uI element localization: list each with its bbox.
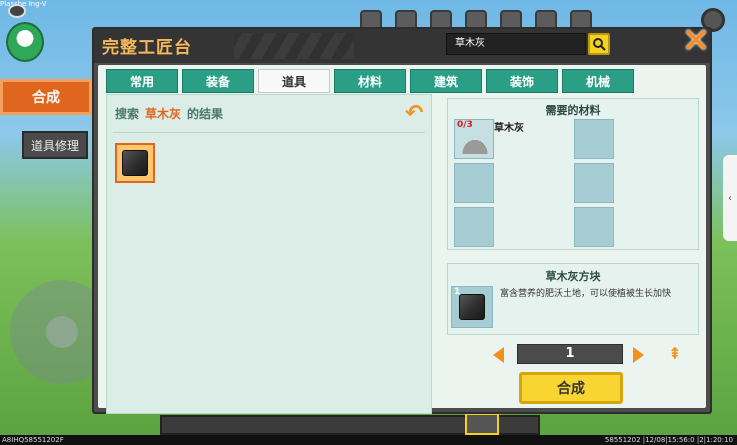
hotbar-selected-slot[interactable] xyxy=(465,413,499,435)
result-title: 草木灰方块 xyxy=(545,270,601,283)
chevron-left-icon[interactable]: ‹ xyxy=(723,155,737,241)
increase-arrow-icon[interactable] xyxy=(633,347,644,363)
header-stripe xyxy=(234,33,354,59)
ash-block-icon xyxy=(122,150,148,176)
tab-synth[interactable]: 合成 xyxy=(0,79,92,115)
search-result-label: 搜索 草木灰 的结果 xyxy=(115,105,223,122)
result-description: 富含营养的肥沃土地，可以使植被生长加快 xyxy=(500,289,672,299)
close-icon[interactable]: ✕ xyxy=(678,23,714,59)
search-icon[interactable] xyxy=(588,33,610,55)
panel-content: 常用 装备 道具 材料 建筑 装饰 机械 搜索 草木灰 的结果 ↶ 需要的材料 0/… xyxy=(98,65,706,414)
result-item: 草木灰方块 1 富含营养的肥沃土地，可以使植被生长加快 xyxy=(447,263,699,335)
divider xyxy=(113,132,425,133)
material-slot[interactable] xyxy=(574,119,614,159)
tab-decoration[interactable]: 装饰 xyxy=(486,69,558,93)
panel-header: 完整工匠台 草木灰 xyxy=(94,29,710,63)
material-slot[interactable] xyxy=(574,207,614,247)
result-slot[interactable]: 1 xyxy=(451,286,493,328)
search-result-prefix: 搜索 xyxy=(115,107,140,121)
back-arrow-icon[interactable]: ↶ xyxy=(405,103,429,125)
tab-item-repair[interactable]: 道具修理 xyxy=(22,131,88,159)
category-tabs: 常用 装备 道具 材料 建筑 装饰 机械 xyxy=(106,69,636,93)
ash-block-icon xyxy=(459,294,485,320)
search-input[interactable]: 草木灰 xyxy=(446,33,586,55)
materials-title: 需要的材料 xyxy=(545,104,601,117)
recipe-item-slot[interactable] xyxy=(115,143,155,183)
material-slot[interactable] xyxy=(454,207,494,247)
max-quantity-icon[interactable]: ⇞ xyxy=(666,345,684,365)
status-right: 58551202 |12/08|15:56:0 |2|1:20:10 xyxy=(604,436,733,444)
status-bar: A8IHQ58551202F 58551202 |12/08|15:56:0 |… xyxy=(0,435,737,445)
material-count: 0/3 xyxy=(457,120,473,130)
ash-pile-icon xyxy=(459,136,491,154)
page-title: 完整工匠台 xyxy=(102,38,192,58)
quantity-stepper: 1 ⇞ xyxy=(493,344,683,366)
tab-equipment[interactable]: 装备 xyxy=(182,69,254,93)
tab-materials[interactable]: 材料 xyxy=(334,69,406,93)
required-materials: 需要的材料 0/3 草木灰 xyxy=(447,98,699,250)
material-name: 草木灰 xyxy=(494,123,524,134)
craft-button[interactable]: 合成 xyxy=(519,372,623,404)
material-slot[interactable] xyxy=(454,163,494,203)
material-slot[interactable] xyxy=(574,163,614,203)
tab-machinery[interactable]: 机械 xyxy=(562,69,634,93)
recipe-list: 搜索 草木灰 的结果 ↶ xyxy=(106,94,432,414)
search-result-keyword: 草木灰 xyxy=(145,107,182,121)
tab-common[interactable]: 常用 xyxy=(106,69,178,93)
avatar[interactable] xyxy=(6,22,44,62)
tab-building[interactable]: 建筑 xyxy=(410,69,482,93)
tab-items[interactable]: 道具 xyxy=(258,69,330,93)
result-count: 1 xyxy=(454,287,461,297)
material-slot[interactable]: 0/3 xyxy=(454,119,494,159)
joystick-knob[interactable] xyxy=(46,316,78,348)
workbench-panel: 完整工匠台 草木灰 ✕ 常用 装备 道具 材料 建筑 装饰 机械 搜索 草木灰 的结… xyxy=(92,24,712,414)
search-result-suffix: 的结果 xyxy=(187,107,224,121)
decrease-arrow-icon[interactable] xyxy=(493,347,504,363)
eye-icon[interactable] xyxy=(8,4,26,18)
status-left: A8IHQ58551202F xyxy=(2,436,64,444)
quantity-field[interactable]: 1 xyxy=(517,344,623,364)
